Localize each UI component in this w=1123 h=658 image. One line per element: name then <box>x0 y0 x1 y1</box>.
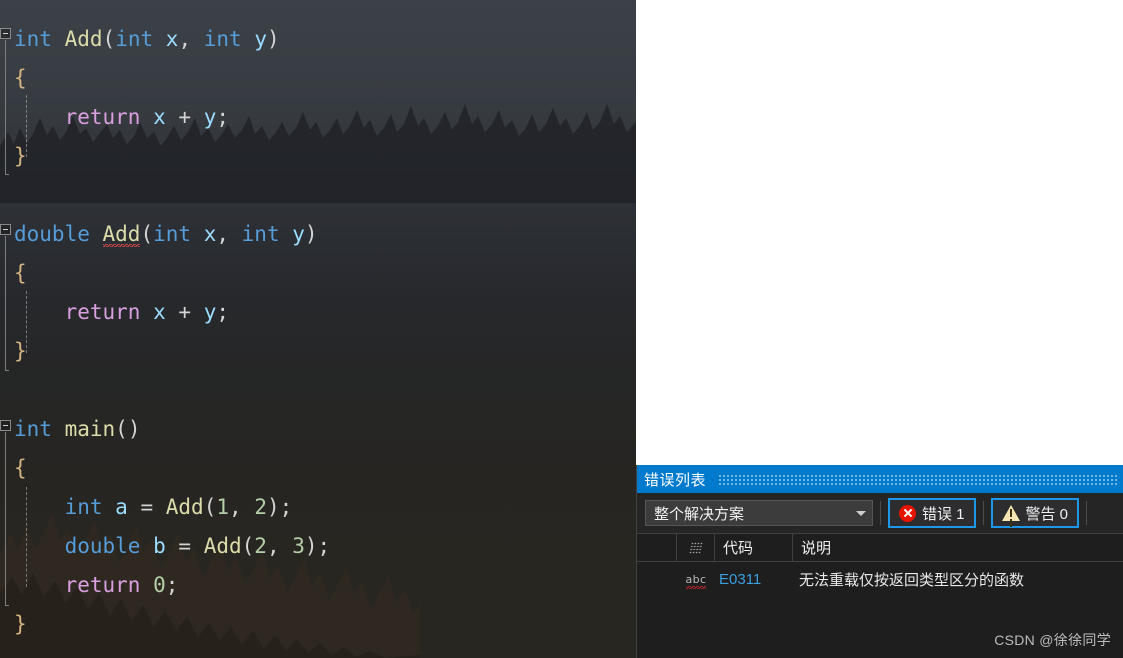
fold-region-line-3 <box>5 432 9 606</box>
toolbar-separator-3 <box>1086 501 1088 525</box>
error-list-toolbar[interactable]: 整个解决方案 错误 1 警告 0 <box>637 493 1123 534</box>
code-line: } <box>14 144 27 168</box>
toolbar-separator-2 <box>982 501 984 525</box>
code-line: { <box>14 261 27 285</box>
error-circle-icon <box>899 504 916 522</box>
row-code-cell[interactable]: E0311 <box>715 562 793 596</box>
fold-toggle-main[interactable] <box>0 420 11 431</box>
column-header-code[interactable]: 代码 <box>715 534 793 561</box>
code-line: } <box>14 612 27 636</box>
error-list-titlebar[interactable]: 错误列表 <box>637 465 1123 493</box>
fold-toggle-add-double[interactable] <box>0 224 11 235</box>
column-header-select[interactable] <box>637 534 677 561</box>
code-line: return 0; <box>64 573 179 597</box>
row-description-cell[interactable]: 无法重载仅按返回类型区分的函数 <box>793 562 1123 596</box>
code-line: { <box>14 456 27 480</box>
code-line: { <box>14 66 27 90</box>
warning-triangle-icon <box>1001 505 1020 521</box>
code-line: return x + y; <box>64 300 229 324</box>
code-line: int Add(int x, int y) <box>14 27 280 51</box>
code-text-content[interactable]: int Add(int x, int y) { return x + y;} do… <box>14 20 330 644</box>
code-surface[interactable]: int Add(int x, int y) { return x + y;} do… <box>0 0 636 658</box>
code-line: int main() <box>14 417 141 441</box>
code-line: double Add(int x, int y) <box>14 222 318 247</box>
warnings-filter-button[interactable]: 警告 0 <box>990 498 1080 528</box>
error-table-header: 代码 说明 <box>637 534 1123 562</box>
abc-squiggle-icon: abc <box>685 572 707 589</box>
fold-toggle-add-int[interactable] <box>0 28 11 39</box>
errors-filter-label: 错误 1 <box>922 505 965 523</box>
errors-filter-button[interactable]: 错误 1 <box>888 498 976 528</box>
code-editor-pane[interactable]: int Add(int x, int y) { return x + y;} do… <box>0 0 636 658</box>
code-line: double b = Add(2, 3); <box>64 534 331 558</box>
row-select-cell[interactable] <box>637 562 677 596</box>
scope-filter-dropdown[interactable]: 整个解决方案 <box>645 500 873 526</box>
error-list-title: 错误列表 <box>644 471 707 489</box>
chevron-down-icon <box>856 510 866 516</box>
row-severity-cell: abc <box>677 562 715 596</box>
watermark-text: CSDN @徐徐同学 <box>994 632 1111 648</box>
code-line: int a = Add(1, 2); <box>64 495 293 519</box>
panel-drag-grip[interactable] <box>718 473 1117 485</box>
scope-filter-value: 整个解决方案 <box>654 505 745 523</box>
toolbar-separator-1 <box>880 501 881 525</box>
code-line: return x + y; <box>64 105 229 129</box>
fold-region-line-1 <box>5 40 9 175</box>
column-header-icon[interactable] <box>677 534 715 561</box>
table-row[interactable]: abc E0311 无法重载仅按返回类型区分的函数 <box>637 562 1123 596</box>
grid-glyph-icon <box>688 541 703 554</box>
screenshot-root: int Add(int x, int y) { return x + y;} do… <box>0 0 1123 658</box>
editor-gutter[interactable] <box>0 0 14 658</box>
fold-region-line-2 <box>5 236 9 371</box>
code-line: } <box>14 339 27 363</box>
column-header-description[interactable]: 说明 <box>793 534 1123 561</box>
error-list-panel[interactable]: 错误列表 整个解决方案 错误 1 警告 0 代码 说明 abc E0311 无法… <box>636 465 1123 658</box>
warnings-filter-label: 警告 0 <box>1025 505 1069 523</box>
